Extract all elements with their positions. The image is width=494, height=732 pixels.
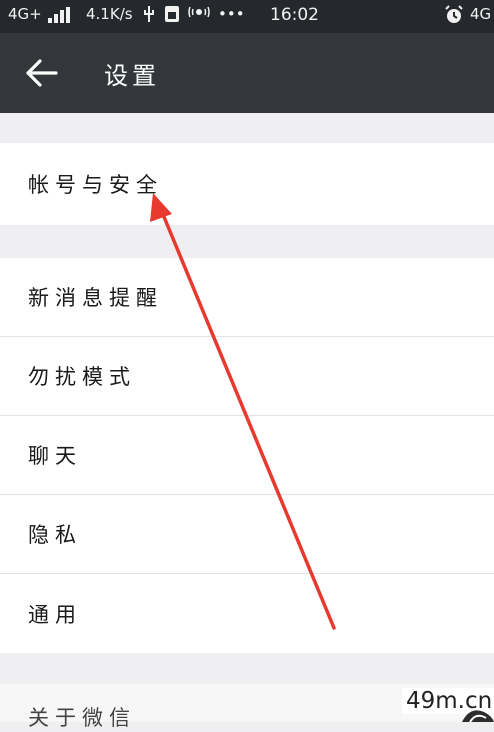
page-title: 设置 bbox=[104, 62, 160, 90]
signal-icon bbox=[48, 7, 74, 23]
clock: 16:02 bbox=[270, 5, 319, 25]
settings-group-general: 新消息提醒 勿扰模式 聊天 隐私 通用 bbox=[0, 258, 494, 653]
status-bar: 4G+ 4.1K/s ••• 16:02 4G bbox=[0, 0, 494, 33]
setting-item-label: 帐号与安全 bbox=[28, 173, 163, 197]
arrow-left-icon bbox=[26, 59, 58, 87]
setting-item-label: 聊天 bbox=[28, 444, 82, 468]
setting-item-label: 勿扰模式 bbox=[28, 365, 136, 389]
sim-icon bbox=[164, 5, 180, 27]
app-header: 设置 bbox=[0, 33, 494, 113]
setting-item-label: 关于微信 bbox=[28, 706, 136, 730]
setting-item-account-security[interactable]: 帐号与安全 bbox=[0, 143, 494, 225]
network-type-secondary: 4G bbox=[470, 5, 492, 23]
network-type: 4G+ bbox=[8, 5, 42, 23]
setting-item-do-not-disturb[interactable]: 勿扰模式 bbox=[0, 337, 494, 416]
back-button[interactable] bbox=[22, 55, 62, 91]
setting-item-chat[interactable]: 聊天 bbox=[0, 416, 494, 495]
setting-item-general[interactable]: 通用 bbox=[0, 574, 494, 653]
wifi-calling-icon bbox=[188, 5, 210, 22]
setting-item-notifications[interactable]: 新消息提醒 bbox=[0, 258, 494, 337]
setting-item-privacy[interactable]: 隐私 bbox=[0, 495, 494, 574]
alarm-clock-icon bbox=[444, 5, 464, 29]
setting-item-label: 隐私 bbox=[28, 523, 82, 547]
more-notifications-icon: ••• bbox=[218, 5, 245, 23]
network-speed: 4.1K/s bbox=[86, 5, 133, 23]
settings-group-account: 帐号与安全 bbox=[0, 143, 494, 225]
watermark-logo-icon bbox=[462, 710, 494, 722]
setting-item-label: 新消息提醒 bbox=[28, 286, 163, 310]
usb-icon bbox=[142, 5, 156, 27]
setting-item-label: 通用 bbox=[28, 602, 82, 627]
